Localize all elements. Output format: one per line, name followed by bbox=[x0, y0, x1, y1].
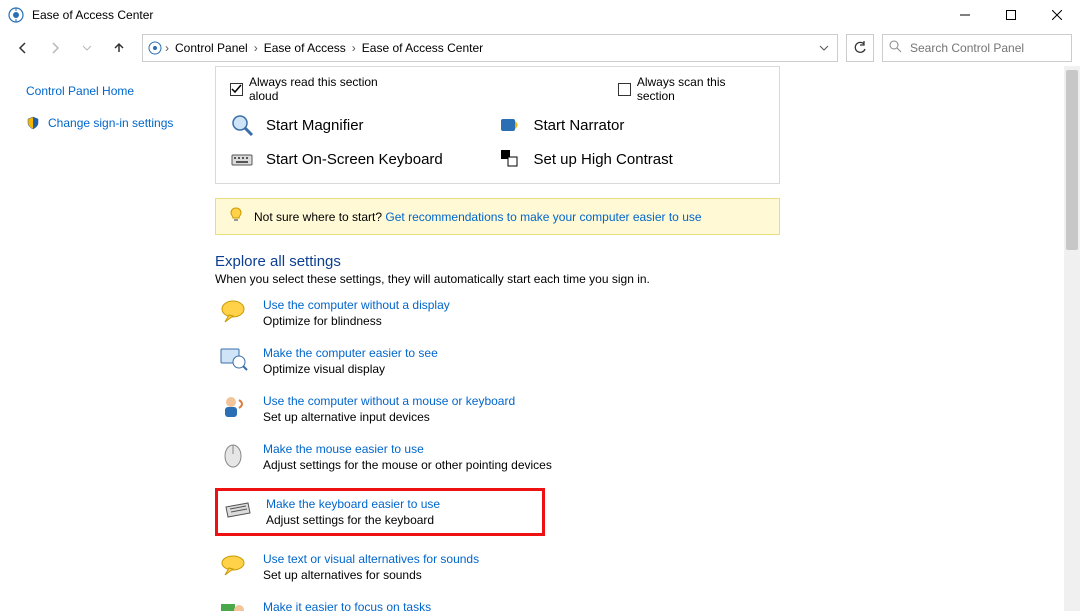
checkbox-icon bbox=[230, 83, 243, 96]
magnifier-icon bbox=[230, 113, 254, 137]
checkbox-icon bbox=[618, 83, 631, 96]
content-area: Control Panel Home Change sign-in settin… bbox=[0, 66, 1080, 611]
chevron-right-icon: › bbox=[165, 41, 169, 55]
checkbox-scan-section[interactable]: Always scan this section bbox=[618, 75, 765, 103]
keyboard-icon bbox=[230, 147, 254, 171]
search-icon bbox=[889, 40, 902, 56]
quick-access-panel: Always read this section aloud Always sc… bbox=[215, 66, 780, 184]
close-button[interactable] bbox=[1034, 0, 1080, 30]
search-box[interactable] bbox=[882, 34, 1072, 62]
quick-start-narrator[interactable]: Start Narrator bbox=[498, 113, 766, 137]
explore-subtext: When you select these settings, they wil… bbox=[215, 272, 1060, 286]
sound-bubble-icon bbox=[219, 552, 249, 578]
person-task-icon bbox=[219, 600, 249, 611]
recent-dropdown[interactable] bbox=[72, 34, 102, 62]
keyboard-icon bbox=[222, 497, 252, 523]
up-button[interactable] bbox=[104, 34, 134, 62]
window-title: Ease of Access Center bbox=[32, 8, 942, 22]
app-icon bbox=[8, 7, 24, 23]
speech-bubble-icon bbox=[219, 298, 249, 324]
window-controls bbox=[942, 0, 1080, 30]
setting-without-mouse-keyboard[interactable]: Use the computer without a mouse or keyb… bbox=[215, 392, 1060, 426]
titlebar: Ease of Access Center bbox=[0, 0, 1080, 30]
sidebar-link-signin[interactable]: Change sign-in settings bbox=[26, 116, 215, 130]
vertical-scrollbar[interactable] bbox=[1064, 66, 1080, 611]
address-dropdown[interactable] bbox=[815, 43, 833, 53]
setting-mouse-easier[interactable]: Make the mouse easier to useAdjust setti… bbox=[215, 440, 1060, 474]
hint-link[interactable]: Get recommendations to make your compute… bbox=[385, 210, 701, 224]
breadcrumb-root[interactable]: Control Panel bbox=[171, 41, 252, 55]
sidebar: Control Panel Home Change sign-in settin… bbox=[0, 66, 215, 611]
quick-start-osk[interactable]: Start On-Screen Keyboard bbox=[230, 147, 498, 171]
person-speak-icon bbox=[219, 394, 249, 420]
forward-button[interactable] bbox=[40, 34, 70, 62]
back-button[interactable] bbox=[8, 34, 38, 62]
refresh-button[interactable] bbox=[846, 34, 874, 62]
display-magnify-icon bbox=[219, 346, 249, 372]
breadcrumb-mid[interactable]: Ease of Access bbox=[260, 41, 350, 55]
main-panel: Always read this section aloud Always sc… bbox=[215, 66, 1080, 611]
contrast-icon bbox=[498, 147, 522, 171]
setting-sound-alternatives[interactable]: Use text or visual alternatives for soun… bbox=[215, 550, 1060, 584]
quick-start-magnifier[interactable]: Start Magnifier bbox=[230, 113, 498, 137]
lightbulb-icon bbox=[228, 207, 244, 226]
scrollbar-thumb[interactable] bbox=[1066, 70, 1078, 250]
quick-high-contrast[interactable]: Set up High Contrast bbox=[498, 147, 766, 171]
chevron-right-icon: › bbox=[254, 41, 258, 55]
chevron-right-icon: › bbox=[352, 41, 356, 55]
setting-keyboard-easier[interactable]: Make the keyboard easier to useAdjust se… bbox=[215, 488, 545, 536]
search-input[interactable] bbox=[908, 40, 1065, 56]
maximize-button[interactable] bbox=[988, 0, 1034, 30]
minimize-button[interactable] bbox=[942, 0, 988, 30]
mouse-icon bbox=[219, 442, 249, 468]
checkbox-read-aloud[interactable]: Always read this section aloud bbox=[230, 75, 408, 103]
shield-icon bbox=[26, 116, 40, 130]
breadcrumb-leaf[interactable]: Ease of Access Center bbox=[358, 41, 487, 55]
narrator-icon bbox=[498, 113, 522, 137]
navigation-row: › Control Panel › Ease of Access › Ease … bbox=[0, 30, 1080, 66]
setting-focus-tasks[interactable]: Make it easier to focus on tasksAdjust s… bbox=[215, 598, 1060, 611]
address-bar[interactable]: › Control Panel › Ease of Access › Ease … bbox=[142, 34, 838, 62]
location-icon bbox=[147, 40, 163, 56]
hint-text: Not sure where to start? Get recommendat… bbox=[254, 210, 702, 224]
setting-without-display[interactable]: Use the computer without a displayOptimi… bbox=[215, 296, 1060, 330]
hint-bar: Not sure where to start? Get recommendat… bbox=[215, 198, 780, 235]
sidebar-link-home[interactable]: Control Panel Home bbox=[26, 84, 215, 98]
explore-heading: Explore all settings bbox=[215, 253, 1060, 270]
settings-list: Use the computer without a displayOptimi… bbox=[215, 296, 1060, 611]
setting-easier-to-see[interactable]: Make the computer easier to seeOptimize … bbox=[215, 344, 1060, 378]
